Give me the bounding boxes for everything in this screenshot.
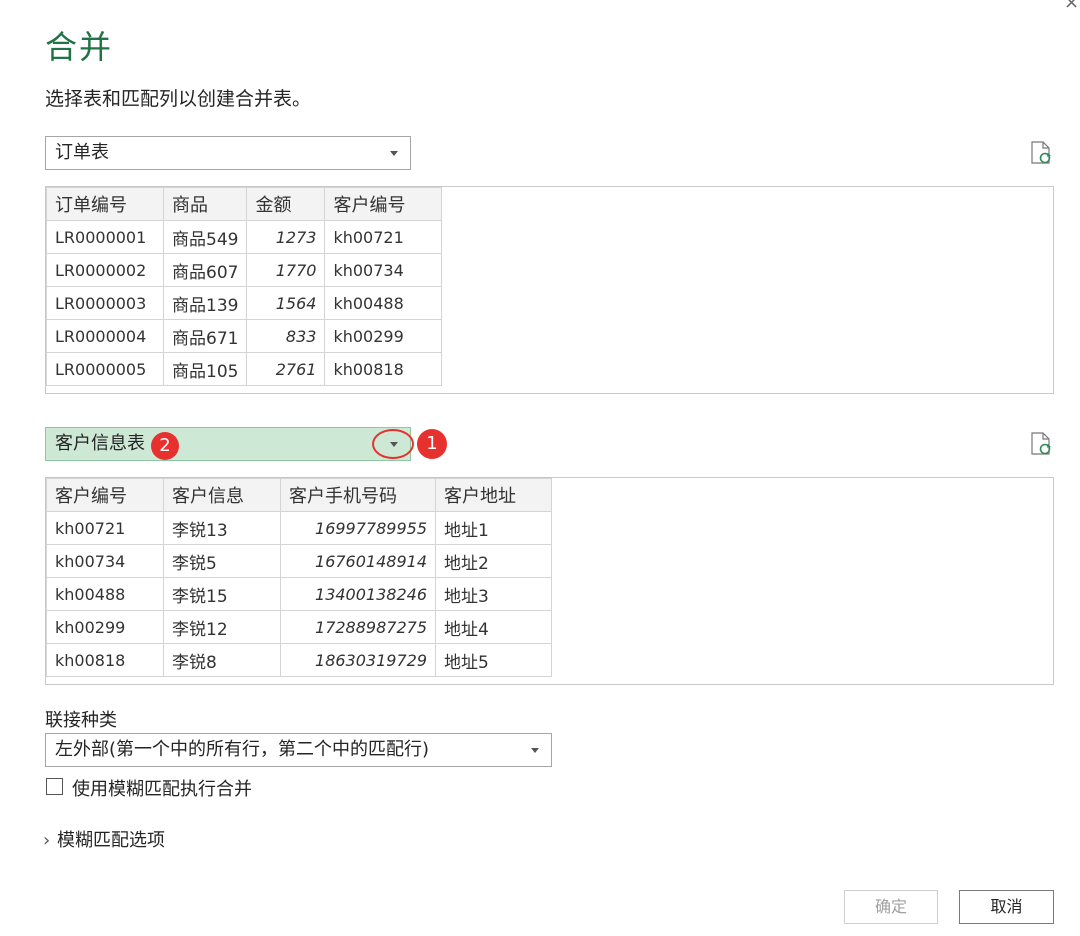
table2-header[interactable]: 客户编号 (46, 478, 164, 512)
close-icon[interactable]: × (1064, 0, 1080, 12)
table-cell: 地址5 (435, 643, 552, 677)
table-cell: 13400138246 (280, 577, 436, 611)
refresh-preview-icon[interactable] (1030, 432, 1052, 456)
fuzzy-options-label: 模糊匹配选项 (57, 830, 165, 851)
table-cell: LR0000005 (46, 352, 164, 386)
table1-header[interactable]: 订单编号 (46, 187, 164, 221)
table-cell: kh00721 (324, 220, 443, 254)
table-cell: 1273 (246, 220, 326, 254)
join-kind-value: 左外部(第一个中的所有行，第二个中的匹配行) (55, 739, 430, 760)
table-cell: 18630319729 (280, 643, 436, 677)
table-cell: LR0000002 (46, 253, 164, 287)
table1-preview: 订单编号 商品 金额 客户编号 LR0000001 商品549 1273 kh0… (45, 186, 1054, 394)
table-row: LR0000004 商品671 833 kh00299 (46, 319, 443, 353)
cancel-button[interactable]: 取消 (959, 890, 1054, 924)
table-cell: 商品549 (162, 220, 248, 254)
annotation-ring (372, 429, 414, 459)
table-cell: 商品105 (162, 352, 248, 386)
table1-header[interactable]: 商品 (162, 187, 248, 221)
table-row: kh00721 李锐13 16997789955 地址1 (46, 511, 552, 545)
dialog-title: 合并 (45, 28, 114, 66)
table1-dropdown-value: 订单表 (55, 142, 109, 163)
table-cell: kh00488 (324, 286, 443, 320)
table-cell: 2761 (246, 352, 326, 386)
table-cell: 商品671 (162, 319, 248, 353)
table-cell: 李锐5 (163, 544, 281, 578)
table2-header[interactable]: 客户地址 (435, 478, 552, 512)
chevron-down-icon (531, 748, 539, 753)
table-cell: 1564 (246, 286, 326, 320)
table1-dropdown[interactable]: 订单表 (45, 136, 411, 170)
table-cell: 李锐13 (163, 511, 281, 545)
table2-dropdown[interactable]: 客户信息表 (45, 427, 411, 461)
table-cell: 李锐12 (163, 610, 281, 644)
table2-dropdown-value: 客户信息表 (55, 433, 145, 454)
table-cell: 商品139 (162, 286, 248, 320)
table-cell: kh00299 (324, 319, 443, 353)
ok-button[interactable]: 确定 (844, 890, 938, 924)
table-cell: 地址3 (435, 577, 552, 611)
refresh-preview-icon[interactable] (1030, 141, 1052, 165)
fuzzy-options-expander[interactable]: › 模糊匹配选项 (43, 826, 165, 852)
table-cell: kh00818 (46, 643, 164, 677)
table-cell: 1770 (246, 253, 326, 287)
table2-preview: 客户编号 客户信息 客户手机号码 客户地址 kh00721 李锐13 16997… (45, 477, 1054, 685)
table-cell: 16997789955 (280, 511, 436, 545)
table-cell: 16760148914 (280, 544, 436, 578)
join-kind-dropdown[interactable]: 左外部(第一个中的所有行，第二个中的匹配行) (45, 733, 552, 767)
table-row: kh00299 李锐12 17288987275 地址4 (46, 610, 552, 644)
fuzzy-match-checkbox[interactable] (46, 778, 63, 795)
table-cell: kh00734 (324, 253, 443, 287)
table-cell: LR0000003 (46, 286, 164, 320)
table-cell: kh00818 (324, 352, 443, 386)
table-cell: LR0000004 (46, 319, 164, 353)
table-row: kh00488 李锐15 13400138246 地址3 (46, 577, 552, 611)
annotation-marker-2: 2 (151, 432, 179, 460)
annotation-marker-1: 1 (417, 429, 447, 459)
table1-grid: 订单编号 商品 金额 客户编号 LR0000001 商品549 1273 kh0… (46, 187, 443, 386)
table2-grid: 客户编号 客户信息 客户手机号码 客户地址 kh00721 李锐13 16997… (46, 478, 552, 677)
chevron-right-icon: › (43, 830, 51, 851)
table-cell: kh00299 (46, 610, 164, 644)
table-cell: kh00721 (46, 511, 164, 545)
table1-header[interactable]: 金额 (246, 187, 326, 221)
join-kind-label: 联接种类 (45, 710, 117, 731)
table-cell: 地址2 (435, 544, 552, 578)
dialog-subtitle: 选择表和匹配列以创建合并表。 (45, 88, 312, 110)
table-row: kh00818 李锐8 18630319729 地址5 (46, 643, 552, 677)
table-cell: LR0000001 (46, 220, 164, 254)
table-cell: 17288987275 (280, 610, 436, 644)
table-cell: 地址1 (435, 511, 552, 545)
table-row: LR0000001 商品549 1273 kh00721 (46, 220, 443, 254)
table-row: kh00734 李锐5 16760148914 地址2 (46, 544, 552, 578)
table-row: LR0000005 商品105 2761 kh00818 (46, 352, 443, 386)
table-cell: kh00488 (46, 577, 164, 611)
chevron-down-icon (390, 151, 398, 156)
table-cell: 李锐8 (163, 643, 281, 677)
table-cell: 商品607 (162, 253, 248, 287)
table-cell: 李锐15 (163, 577, 281, 611)
table-cell: 833 (246, 319, 326, 353)
table2-header[interactable]: 客户手机号码 (280, 478, 436, 512)
table-cell: kh00734 (46, 544, 164, 578)
fuzzy-match-label[interactable]: 使用模糊匹配执行合并 (72, 775, 252, 801)
table-row: LR0000003 商品139 1564 kh00488 (46, 286, 443, 320)
table1-header[interactable]: 客户编号 (324, 187, 443, 221)
table2-header[interactable]: 客户信息 (163, 478, 281, 512)
table-row: LR0000002 商品607 1770 kh00734 (46, 253, 443, 287)
table-cell: 地址4 (435, 610, 552, 644)
